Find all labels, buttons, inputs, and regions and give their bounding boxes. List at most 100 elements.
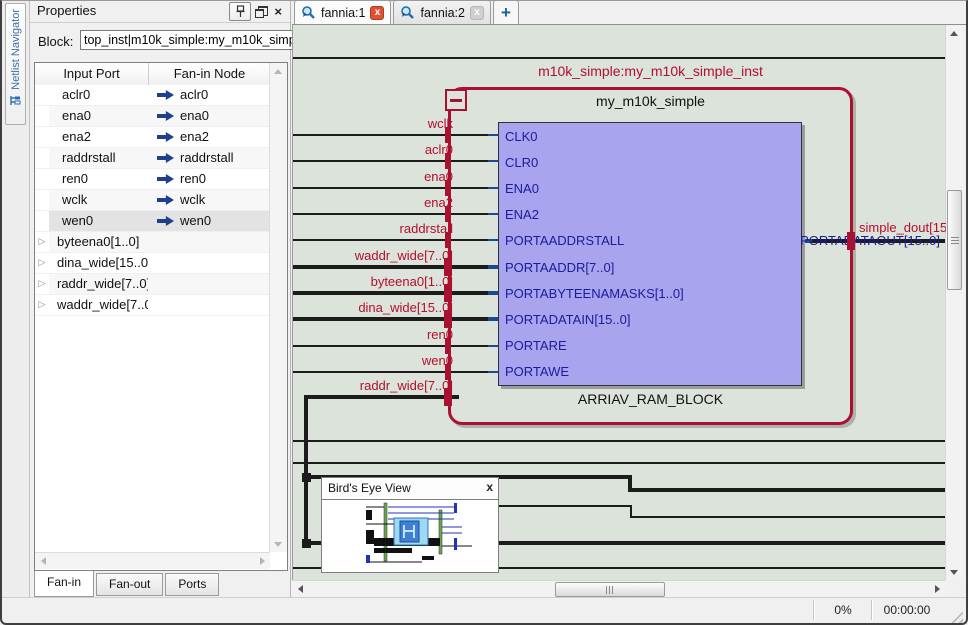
input-port-cell[interactable]: byteena0[1..0] bbox=[49, 232, 148, 252]
table-row[interactable]: ena2ena2 bbox=[35, 127, 270, 148]
table-row[interactable]: ena0ena0 bbox=[35, 106, 270, 127]
fanin-node-cell[interactable] bbox=[149, 232, 270, 252]
block-field[interactable] bbox=[80, 30, 312, 50]
input-port-cell[interactable]: raddrstall bbox=[49, 148, 148, 168]
table-row[interactable]: ▷dina_wide[15..0] bbox=[35, 253, 270, 274]
block-input-port: CLK0 bbox=[499, 123, 801, 149]
close-tab-button[interactable]: x bbox=[470, 6, 484, 20]
birds-eye-view-panel[interactable]: Bird's Eye View x bbox=[321, 477, 499, 573]
hscroll-thumb[interactable] bbox=[555, 582, 665, 597]
column-fanin-node[interactable]: Fan-in Node bbox=[149, 63, 270, 85]
scroll-down-button[interactable] bbox=[270, 536, 286, 552]
tab-fan-in[interactable]: Fan-in bbox=[34, 571, 94, 597]
scroll-right-button[interactable] bbox=[254, 553, 270, 569]
netlist-navigator-tab[interactable]: Netlist Navigator bbox=[5, 3, 26, 125]
progress-indicator: 0% bbox=[813, 600, 872, 620]
input-port-cell[interactable]: wen0 bbox=[49, 211, 148, 231]
document-tab-fannia-2[interactable]: fannia:2x bbox=[393, 0, 490, 24]
close-panel-button[interactable]: × bbox=[272, 5, 284, 19]
collapse-button[interactable] bbox=[445, 89, 467, 111]
schematic-canvas[interactable]: m10k_simple:my_m10k_simple_inst my_m10k_… bbox=[292, 25, 946, 580]
table-row[interactable]: aclr0aclr0 bbox=[35, 85, 270, 106]
status-bar: 0% 00:00:00 bbox=[0, 597, 968, 625]
tab-ports[interactable]: Ports bbox=[165, 573, 219, 596]
scroll-left-button[interactable] bbox=[292, 581, 308, 597]
scroll-down-button[interactable] bbox=[946, 564, 962, 580]
minus-icon bbox=[450, 99, 462, 102]
elapsed-time: 00:00:00 bbox=[871, 600, 942, 620]
input-net-label: ren0 bbox=[427, 327, 453, 342]
input-port-cell[interactable]: dina_wide[15..0] bbox=[49, 253, 148, 273]
block-type-label: ARRIAV_RAM_BLOCK bbox=[448, 391, 853, 407]
table-row[interactable]: wclkwclk bbox=[35, 190, 270, 211]
table-row[interactable]: ▷byteena0[1..0] bbox=[35, 232, 270, 253]
fanin-table: Input Port Fan-in Node aclr0aclr0ena0ena… bbox=[34, 62, 288, 571]
input-port-cell[interactable]: ena2 bbox=[49, 127, 148, 147]
pin-button[interactable] bbox=[229, 2, 251, 21]
scroll-left-button[interactable] bbox=[35, 553, 51, 569]
close-icon[interactable]: x bbox=[486, 480, 493, 494]
boundary-tick bbox=[847, 232, 855, 250]
expander-icon[interactable]: ▷ bbox=[35, 253, 49, 273]
input-port-cell[interactable]: aclr0 bbox=[49, 85, 148, 105]
birds-eye-titlebar[interactable]: Bird's Eye View x bbox=[322, 478, 498, 500]
input-pin-icon bbox=[157, 153, 174, 163]
table-row[interactable]: wen0wen0 bbox=[35, 211, 270, 232]
document-tab-fannia-1[interactable]: fannia:1x bbox=[294, 0, 391, 24]
birds-eye-minimap[interactable] bbox=[322, 500, 498, 573]
scroll-up-button[interactable] bbox=[270, 63, 286, 79]
row-indent bbox=[35, 85, 49, 105]
output-net-label: simple_dout[15..0] bbox=[859, 220, 946, 235]
wire bbox=[630, 516, 946, 518]
fanin-node-cell[interactable]: ren0 bbox=[149, 169, 270, 189]
column-input-port[interactable]: Input Port bbox=[35, 63, 149, 85]
new-tab-button[interactable]: + bbox=[493, 0, 519, 24]
fanin-node-cell[interactable]: aclr0 bbox=[149, 85, 270, 105]
row-indent bbox=[35, 127, 49, 147]
tab-fan-out[interactable]: Fan-out bbox=[96, 573, 163, 596]
float-window-button[interactable] bbox=[255, 6, 268, 18]
table-row[interactable]: ren0ren0 bbox=[35, 169, 270, 190]
expander-icon[interactable]: ▷ bbox=[35, 274, 49, 294]
netlist-tree-icon bbox=[9, 94, 22, 112]
close-tab-button[interactable]: x bbox=[370, 6, 384, 20]
fanin-node-cell[interactable]: raddrstall bbox=[149, 148, 270, 168]
properties-panel: Properties × Block: Inp bbox=[30, 0, 291, 597]
scroll-right-button[interactable] bbox=[929, 581, 945, 597]
input-port-cell[interactable]: wclk bbox=[49, 190, 148, 210]
resize-grip[interactable] bbox=[950, 610, 963, 623]
fanin-node-cell[interactable]: ena0 bbox=[149, 106, 270, 126]
table-row[interactable]: raddrstallraddrstall bbox=[35, 148, 270, 169]
fanin-node-cell[interactable] bbox=[149, 295, 270, 315]
block-input-port: PORTABYTEENAMASKS[1..0] bbox=[499, 280, 801, 306]
wire bbox=[630, 505, 632, 516]
scroll-up-button[interactable] bbox=[946, 25, 962, 41]
vscroll-thumb[interactable] bbox=[947, 190, 962, 290]
fanin-node-cell[interactable]: wen0 bbox=[149, 211, 270, 231]
input-port-cell[interactable]: waddr_wide[7..0] bbox=[49, 295, 148, 315]
input-net-label: raddrstall bbox=[400, 221, 453, 236]
input-net-label: waddr_wide[7..0] bbox=[355, 248, 453, 263]
fanin-node-cell[interactable]: ena2 bbox=[149, 127, 270, 147]
table-row[interactable]: ▷raddr_wide[7..0] bbox=[35, 274, 270, 295]
fanin-node-cell[interactable]: wclk bbox=[149, 190, 270, 210]
input-net-label: dina_wide[15..0] bbox=[358, 300, 453, 315]
pin-icon bbox=[235, 5, 246, 18]
expander-icon[interactable]: ▷ bbox=[35, 232, 49, 252]
wire bbox=[293, 462, 946, 464]
fanin-node-cell[interactable] bbox=[149, 253, 270, 273]
canvas-hscrollbar[interactable] bbox=[292, 580, 945, 598]
fanin-node-cell[interactable] bbox=[149, 274, 270, 294]
properties-title: Properties bbox=[37, 3, 96, 18]
input-port-cell[interactable]: ren0 bbox=[49, 169, 148, 189]
canvas-vscrollbar[interactable] bbox=[945, 25, 963, 580]
input-port-cell[interactable]: ena0 bbox=[49, 106, 148, 126]
table-hscrollbar[interactable] bbox=[35, 552, 270, 569]
table-vscrollbar[interactable] bbox=[269, 63, 287, 552]
ram-block[interactable]: CLK0CLR0ENA0ENA2PORTAADDRSTALLPORTAADDR[… bbox=[498, 122, 802, 386]
input-port-cell[interactable]: raddr_wide[7..0] bbox=[49, 274, 148, 294]
table-row[interactable]: ▷waddr_wide[7..0] bbox=[35, 295, 270, 316]
expander-icon[interactable]: ▷ bbox=[35, 295, 49, 315]
wire bbox=[628, 488, 946, 492]
netlist-viewer-icon bbox=[301, 5, 316, 20]
